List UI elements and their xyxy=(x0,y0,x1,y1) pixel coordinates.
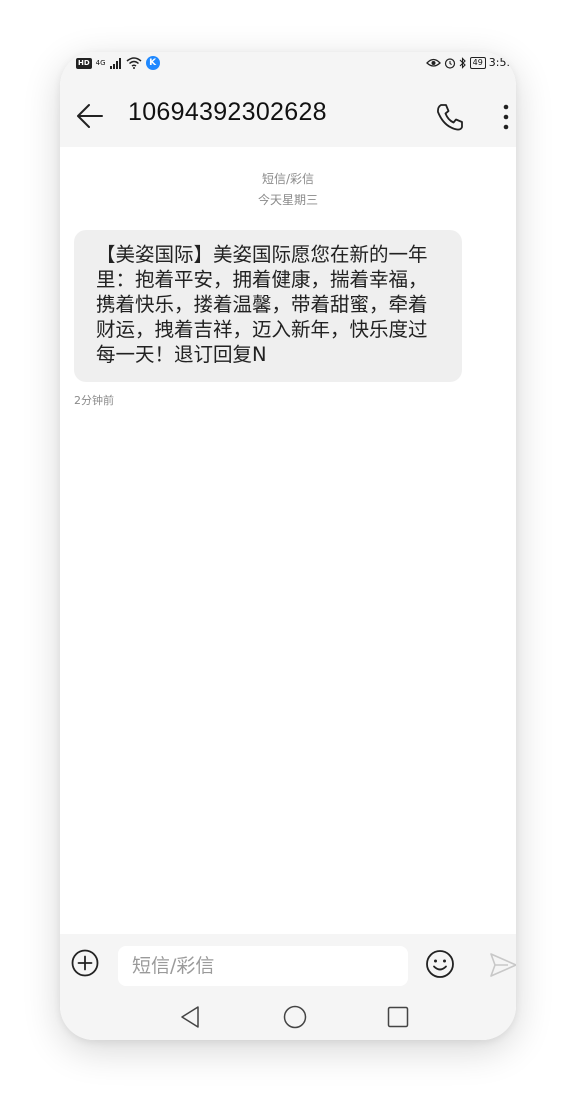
message-line: 每一天！退订回复N xyxy=(96,343,267,366)
signal-icon xyxy=(109,57,121,69)
network-type-label: 4G xyxy=(95,59,106,67)
arrow-left-icon[interactable] xyxy=(74,100,106,132)
smiley-icon[interactable] xyxy=(424,948,456,980)
top-app-bar: HD 4G K 49 3:5. 10694392302628 xyxy=(60,52,516,147)
circle-home-icon[interactable] xyxy=(282,1004,308,1030)
contact-number-title: 10694392302628 xyxy=(128,98,327,126)
status-time: 3:5. xyxy=(488,56,510,69)
battery-icon: 49 xyxy=(469,56,486,69)
square-recents-icon[interactable] xyxy=(386,1005,410,1029)
message-type-label: 短信/彩信 xyxy=(261,172,315,186)
message-line: 【美姿国际】美姿国际愿您在新的一年 xyxy=(96,243,428,266)
message-input[interactable] xyxy=(118,946,408,986)
system-navigation-bar xyxy=(60,992,516,1040)
more-vertical-icon[interactable] xyxy=(496,100,516,134)
plus-circle-icon[interactable] xyxy=(70,948,100,978)
conversation-header: 10694392302628 xyxy=(60,88,516,144)
message-line: 携着快乐，搂着温馨，带着甜蜜，牵着 xyxy=(96,293,428,316)
message-bubble[interactable]: 【美姿国际】美姿国际愿您在新的一年 里：抱着平安，拥着健康，揣着幸福， 携着快乐… xyxy=(74,230,462,382)
hd-icon: HD xyxy=(76,57,92,69)
status-right-group: 49 3:5. xyxy=(425,56,510,69)
message-line: 财运，拽着吉祥，迈入新年，快乐度过 xyxy=(96,318,428,341)
message-composer xyxy=(60,934,516,992)
kugou-app-icon: K xyxy=(145,56,160,70)
send-icon[interactable] xyxy=(488,951,516,979)
status-bar: HD 4G K 49 3:5. xyxy=(60,52,516,76)
message-text: 【美姿国际】美姿国际愿您在新的一年 里：抱着平安，拥着健康，揣着幸福， 携着快乐… xyxy=(96,242,456,367)
triangle-back-icon[interactable] xyxy=(178,1004,202,1030)
phone-screen: HD 4G K 49 3:5. 10694392302628 短信/彩信 今天星… xyxy=(60,52,516,1040)
message-line: 里：抱着平安，拥着健康，揣着幸福， xyxy=(96,268,428,291)
date-separator: 今天星期三 xyxy=(257,193,318,207)
message-timestamp: 2分钟前 xyxy=(74,394,114,407)
alarm-icon xyxy=(444,57,455,69)
wifi-icon xyxy=(126,57,142,69)
eye-icon xyxy=(425,58,441,67)
bluetooth-icon xyxy=(459,56,466,69)
status-left-group: HD 4G K xyxy=(76,56,160,70)
phone-icon[interactable] xyxy=(433,100,467,134)
